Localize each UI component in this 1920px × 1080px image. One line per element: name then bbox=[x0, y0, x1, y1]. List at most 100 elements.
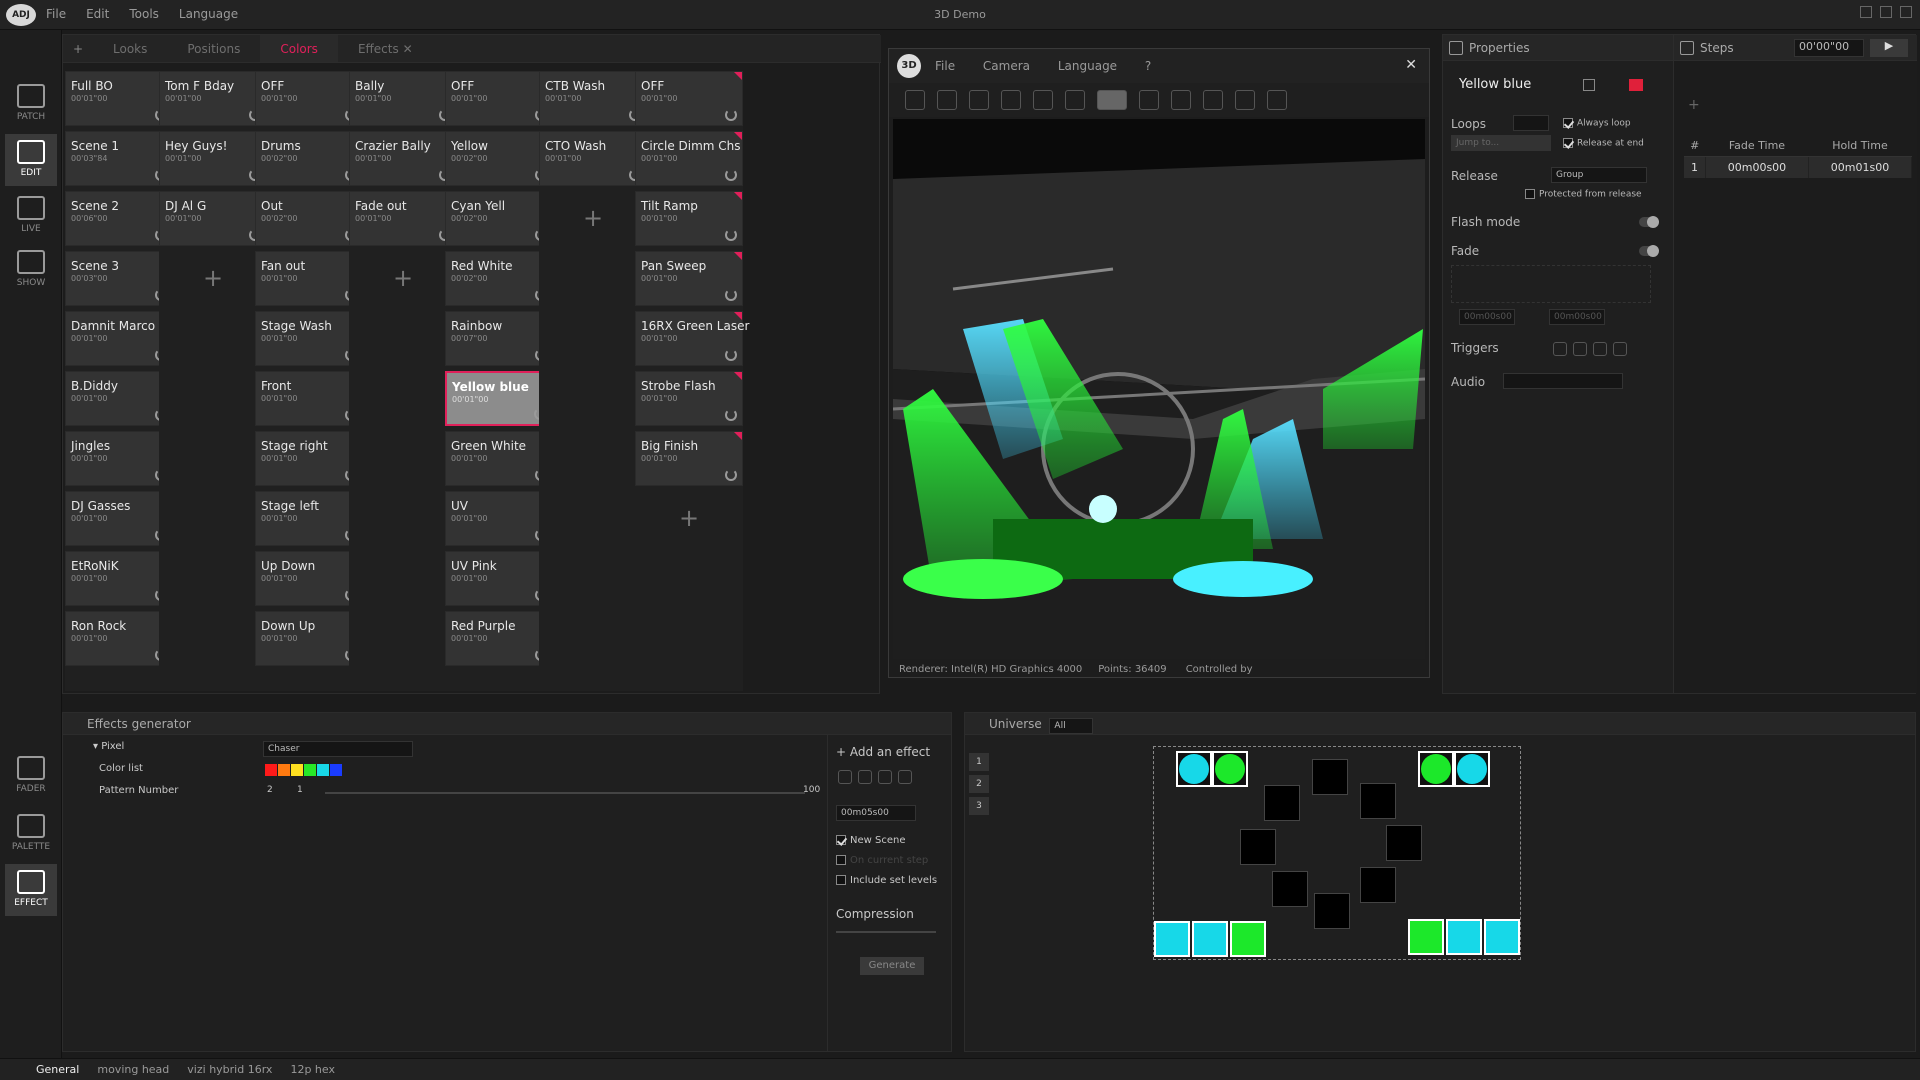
duration-input[interactable]: 00m05s00 bbox=[836, 805, 916, 821]
release-at-end-checkbox[interactable] bbox=[1563, 138, 1573, 148]
trigger-timer-icon[interactable] bbox=[1613, 341, 1627, 356]
pixel-fixture[interactable] bbox=[1408, 919, 1444, 955]
nav-fader[interactable]: FADER bbox=[5, 750, 57, 802]
scene-tile[interactable]: Big Finish 00'01"00 bbox=[635, 431, 743, 486]
nav-show[interactable]: SHOW bbox=[5, 244, 57, 296]
settings-icon[interactable] bbox=[1033, 90, 1053, 110]
always-loop-checkbox[interactable] bbox=[1563, 118, 1573, 128]
scene-tile[interactable]: Drums 00'02"00 bbox=[255, 131, 363, 186]
fade-in-input[interactable]: 00m00s00 bbox=[1459, 309, 1515, 325]
scene-tile[interactable]: DJ Gasses 00'01"00 bbox=[65, 491, 173, 546]
nav-live[interactable]: LIVE bbox=[5, 190, 57, 242]
viewer-menu-camera[interactable]: Camera bbox=[983, 59, 1030, 73]
trigger-dmx-icon[interactable] bbox=[1593, 341, 1607, 356]
scene-tile[interactable]: Cyan Yell 00'02"00 bbox=[445, 191, 553, 246]
pixel-fixture[interactable] bbox=[1272, 871, 1308, 907]
nav-patch[interactable]: PATCH bbox=[5, 78, 57, 130]
view-mode-icon[interactable] bbox=[1097, 90, 1127, 110]
add-scene-button[interactable]: + bbox=[539, 191, 647, 246]
tab-positions[interactable]: Positions bbox=[167, 35, 260, 62]
minimize-button[interactable] bbox=[1860, 6, 1872, 18]
scene-tile[interactable]: Pan Sweep 00'01"00 bbox=[635, 251, 743, 306]
page-1[interactable]: 1 bbox=[969, 753, 989, 771]
tab-colors[interactable]: Colors bbox=[260, 35, 338, 62]
move-icon[interactable] bbox=[858, 769, 872, 784]
pixel-fixture[interactable] bbox=[1418, 751, 1454, 787]
scene-tile[interactable]: Jingles 00'01"00 bbox=[65, 431, 173, 486]
jump-to-button[interactable]: Jump to... bbox=[1451, 135, 1551, 151]
scene-tile[interactable]: OFF 00'01"00 bbox=[635, 71, 743, 126]
close-tab-icon[interactable]: ✕ bbox=[403, 42, 413, 56]
color-list[interactable] bbox=[265, 762, 343, 776]
viewer-menu-file[interactable]: File bbox=[935, 59, 955, 73]
scene-tile[interactable]: CTB Wash 00'01"00 bbox=[539, 71, 647, 126]
sine-icon[interactable] bbox=[838, 769, 852, 784]
pixel-fixture[interactable] bbox=[1230, 921, 1266, 957]
help-icon[interactable] bbox=[1267, 90, 1287, 110]
pixel-fixture[interactable] bbox=[1314, 893, 1350, 929]
nav-edit[interactable]: EDIT bbox=[5, 134, 57, 186]
add-scene-button[interactable]: + bbox=[349, 251, 457, 306]
add-step-icon[interactable]: + bbox=[1688, 97, 1700, 113]
table-row[interactable]: 1 00m00s00 00m01s00 bbox=[1684, 156, 1913, 178]
tab-general[interactable]: General bbox=[36, 1063, 79, 1076]
color-swatch[interactable] bbox=[291, 763, 303, 776]
pixel-group[interactable]: ▾ Pixel bbox=[93, 741, 124, 752]
scene-tile[interactable]: Circle Dimm Chs 00'01"00 bbox=[635, 131, 743, 186]
scene-tile[interactable]: Hey Guys! 00'01"00 bbox=[159, 131, 267, 186]
pixel-fixture[interactable] bbox=[1240, 829, 1276, 865]
pixel-fixture[interactable] bbox=[1484, 919, 1520, 955]
compression-slider[interactable] bbox=[836, 931, 936, 933]
pixel-fixture[interactable] bbox=[1154, 921, 1190, 957]
fixture-icon[interactable] bbox=[1203, 90, 1223, 110]
generate-button[interactable]: Generate bbox=[860, 957, 924, 975]
fade-toggle[interactable] bbox=[1639, 245, 1659, 257]
redo-icon[interactable] bbox=[937, 90, 957, 110]
scene-tile[interactable]: Red Purple 00'01"00 bbox=[445, 611, 553, 666]
viewer-menu-language[interactable]: Language bbox=[1058, 59, 1117, 73]
scene-tile[interactable]: B.Diddy 00'01"00 bbox=[65, 371, 173, 426]
pixel-fixture[interactable] bbox=[1360, 867, 1396, 903]
scene-tile[interactable]: Strobe Flash 00'01"00 bbox=[635, 371, 743, 426]
new-scene-checkbox[interactable] bbox=[836, 835, 846, 845]
tab-looks[interactable]: Looks bbox=[93, 35, 167, 62]
pixel-fixture[interactable] bbox=[1176, 751, 1212, 787]
play-icon[interactable]: ▶ bbox=[1870, 39, 1908, 57]
scene-tile[interactable]: Bally 00'01"00 bbox=[349, 71, 457, 126]
pixel-fixture[interactable] bbox=[1360, 783, 1396, 819]
pixel-fixture[interactable] bbox=[1386, 825, 1422, 861]
color-swatch[interactable] bbox=[278, 763, 290, 776]
fixture-icon[interactable] bbox=[878, 769, 892, 784]
scene-tile[interactable]: Front 00'01"00 bbox=[255, 371, 363, 426]
scene-tile[interactable]: OFF 00'01"00 bbox=[445, 71, 553, 126]
pixel-fixture[interactable] bbox=[1454, 751, 1490, 787]
maximize-button[interactable] bbox=[1880, 6, 1892, 18]
scene-tile[interactable]: DJ Al G 00'01"00 bbox=[159, 191, 267, 246]
protected-checkbox[interactable] bbox=[1525, 189, 1535, 199]
scene-tile[interactable]: Out 00'02"00 bbox=[255, 191, 363, 246]
page-3[interactable]: 3 bbox=[969, 797, 989, 815]
3d-stage-view[interactable] bbox=[893, 119, 1425, 659]
page-2[interactable]: 2 bbox=[969, 775, 989, 793]
scene-tile[interactable]: Scene 2 00'06"00 bbox=[65, 191, 173, 246]
effect-type-select[interactable]: Chaser bbox=[263, 741, 413, 757]
close-button[interactable] bbox=[1900, 6, 1912, 18]
chart-icon[interactable] bbox=[1065, 90, 1085, 110]
pixel-fixture[interactable] bbox=[1446, 919, 1482, 955]
scene-tile[interactable]: UV Pink 00'01"00 bbox=[445, 551, 553, 606]
tab-12p-hex[interactable]: 12p hex bbox=[290, 1063, 335, 1076]
scene-tile[interactable]: Red White 00'02"00 bbox=[445, 251, 553, 306]
universe-filter[interactable]: All bbox=[1049, 718, 1094, 734]
scene-tile[interactable]: Crazier Bally 00'01"00 bbox=[349, 131, 457, 186]
add-tab-button[interactable]: + bbox=[63, 35, 93, 62]
scene-tile[interactable]: Yellow 00'02"00 bbox=[445, 131, 553, 186]
clear-icon[interactable] bbox=[1583, 79, 1595, 91]
color-swatch[interactable] bbox=[265, 763, 277, 776]
wheel-icon[interactable] bbox=[898, 769, 912, 784]
scene-tile[interactable]: UV 00'01"00 bbox=[445, 491, 553, 546]
viewer-menu-help[interactable]: ? bbox=[1145, 59, 1151, 73]
scene-tile[interactable]: Down Up 00'01"00 bbox=[255, 611, 363, 666]
flash-mode-toggle[interactable] bbox=[1639, 216, 1659, 228]
viewer-close-icon[interactable]: ✕ bbox=[1405, 57, 1417, 73]
pixel-fixture[interactable] bbox=[1312, 759, 1348, 795]
